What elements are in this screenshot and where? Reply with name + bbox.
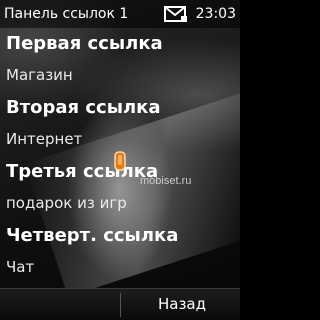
envelope-icon [163,5,187,22]
softkey-divider [120,293,121,317]
status-bar: Панель ссылок 1 23:03 [0,0,240,28]
panel-title: Панель ссылок 1 [4,6,129,22]
back-softkey[interactable]: Назад [158,295,206,313]
link-item-4[interactable]: Четверт. ссылка Чат [0,222,240,286]
touch-cursor-icon [114,151,126,171]
clock: 23:03 [195,6,236,22]
link-title: Вторая ссылка [6,97,161,118]
link-subtitle: Чат [6,258,35,276]
screen: Панель ссылок 1 23:03 Первая ссылка Мага… [0,0,240,320]
watermark: mobiset.ru [140,175,192,187]
link-title: Четверт. ссылка [6,225,179,246]
softkey-bar: Назад [0,288,240,320]
link-subtitle: Магазин [6,66,73,84]
link-subtitle: подарок из игр [6,194,127,212]
link-item-1[interactable]: Первая ссылка Магазин [0,30,240,94]
link-item-2[interactable]: Вторая ссылка Интернет [0,94,240,158]
status-right: 23:03 [163,5,236,23]
link-title: Первая ссылка [6,33,163,54]
